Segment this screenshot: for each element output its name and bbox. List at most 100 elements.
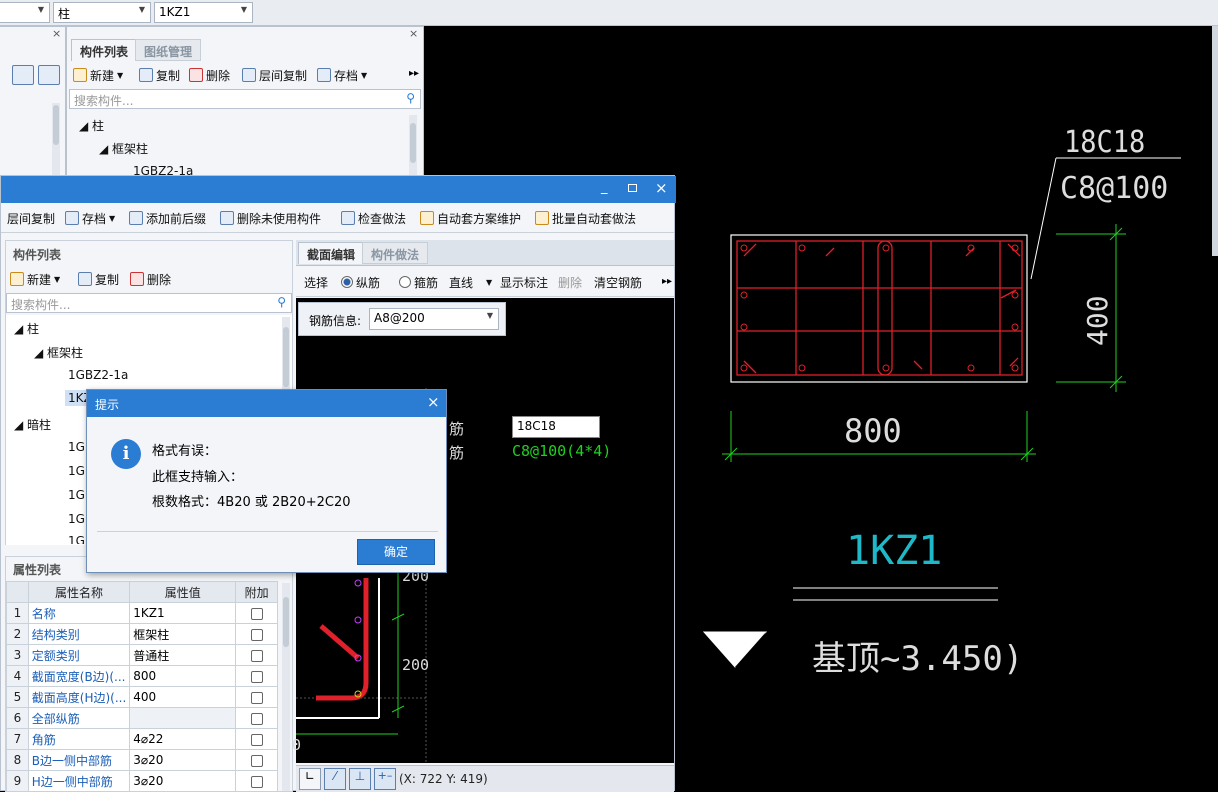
property-value[interactable]: 3⌀20 (129, 770, 237, 792)
delete-rebar-button[interactable]: 删除 (558, 272, 582, 292)
extra-checkbox[interactable] (250, 712, 263, 725)
property-name: 截面宽度(B边)(... (27, 665, 131, 687)
property-value[interactable]: 1KZ1 (129, 602, 237, 624)
extra-checkbox[interactable] (250, 691, 263, 704)
section-rebar-points (354, 579, 362, 662)
list-view-icon[interactable] (12, 65, 34, 85)
clear-rebar-button[interactable]: 清空钢筋 (594, 272, 642, 292)
floor-combo[interactable]: ▼ (0, 2, 50, 23)
rebar-points (740, 244, 1019, 372)
property-value[interactable]: 800 (129, 665, 237, 687)
batch-icon (535, 211, 549, 225)
property-row[interactable]: 1 名称 1KZ1 (6, 602, 278, 624)
radio-stirrup[interactable]: 箍筋 (399, 272, 438, 292)
grid-view-icon[interactable] (38, 65, 60, 85)
tab-component-method[interactable]: 构件做法 (362, 242, 429, 264)
component-combo[interactable]: 1KZ1 ▼ (154, 2, 253, 23)
property-value[interactable]: 400 (129, 686, 237, 708)
rebar-info-combo[interactable]: A8@200 ▼ (369, 308, 499, 330)
more-icon[interactable]: ▸▸ (409, 68, 419, 79)
tree-item-column[interactable]: ◢ 柱 (14, 320, 39, 337)
extra-checkbox[interactable] (250, 628, 263, 641)
line-mode-dropdown[interactable]: 直线 ▼ (449, 272, 492, 292)
property-value[interactable] (129, 707, 237, 729)
close-icon[interactable]: × (409, 27, 418, 40)
property-row[interactable]: 6 全部纵筋 (6, 707, 278, 729)
tree-item-frame-column[interactable]: ◢ 框架柱 (34, 344, 83, 361)
back-delete-button[interactable]: 删除 (189, 65, 230, 85)
field2-value[interactable]: C8@100(4*4) (512, 442, 611, 460)
component-search-input[interactable]: 搜索构件... ⚲ (6, 293, 292, 313)
field1-input[interactable]: 18C18 (512, 416, 600, 438)
scrollbar[interactable] (282, 583, 290, 791)
back-layer-copy-button[interactable]: 层间复制 (242, 65, 307, 85)
ortho-icon[interactable]: ∟ (299, 768, 321, 790)
back-tree-item[interactable]: ◢ 柱 (79, 117, 104, 134)
snap-point-icon[interactable]: +– (374, 768, 396, 790)
cad-scrollbar[interactable] (1212, 26, 1218, 256)
tab-drawing-manage[interactable]: 图纸管理 (135, 39, 202, 61)
dialog-titlebar: 提示 × (87, 390, 446, 417)
delete-unused-icon (220, 211, 234, 225)
tab-component-list[interactable]: 构件列表 (71, 39, 138, 61)
tab-section-edit[interactable]: 截面编辑 (298, 242, 365, 264)
delete-unused-button[interactable]: 删除未使用构件 (220, 208, 321, 228)
chevron-down-icon: ▼ (54, 274, 61, 284)
add-prefix-suffix-button[interactable]: 添加前后缀 (129, 208, 206, 228)
perpendicular-icon[interactable]: ⊥ (349, 768, 371, 790)
property-row[interactable]: 4 截面宽度(B边)(... 800 (6, 665, 278, 687)
minimize-icon[interactable]: _ (601, 180, 608, 195)
extra-checkbox[interactable] (250, 754, 263, 767)
top-combo-bar: ▼ 柱 ▼ 1KZ1 ▼ (0, 0, 1218, 26)
auto-scheme-button[interactable]: 自动套方案维护 (420, 208, 521, 228)
property-row[interactable]: 3 定额类别 普通柱 (6, 644, 278, 666)
chevron-down-icon: ▼ (109, 213, 116, 223)
property-value[interactable]: 4⌀22 (129, 728, 237, 750)
layer-copy-button[interactable]: 层间复制 (7, 208, 55, 228)
radio-longitudinal[interactable]: 纵筋 (341, 272, 380, 292)
property-row[interactable]: 7 角筋 4⌀22 (6, 728, 278, 750)
new-button[interactable]: 新建 ▼ (10, 269, 60, 289)
property-value[interactable]: 3⌀20 (129, 749, 237, 771)
back-tree-item[interactable]: ◢ 框架柱 (99, 140, 148, 157)
tree-item-hidden-column[interactable]: ◢ 暗柱 (14, 416, 51, 433)
select-button[interactable]: 选择 (304, 272, 328, 292)
property-row[interactable]: 5 截面高度(H边)(... 400 (6, 686, 278, 708)
back-search-input[interactable]: 搜索构件... ⚲ (69, 89, 421, 109)
back-archive-button[interactable]: 存档 ▼ (317, 65, 367, 85)
extra-checkbox[interactable] (250, 670, 263, 683)
close-icon[interactable]: × (427, 393, 440, 411)
more-icon[interactable]: ▸▸ (662, 276, 672, 287)
ok-button[interactable]: 确定 (357, 539, 435, 565)
batch-auto-button[interactable]: 批量自动套做法 (535, 208, 636, 228)
extra-checkbox-cell (235, 749, 278, 771)
copy-button[interactable]: 复制 (78, 269, 119, 289)
show-label-button[interactable]: 显示标注 (500, 272, 548, 292)
check-method-button[interactable]: 检查做法 (341, 208, 406, 228)
property-row[interactable]: 9 H边一侧中部筋 3⌀20 (6, 770, 278, 792)
archive-button[interactable]: 存档 ▼ (65, 208, 115, 228)
maximize-icon[interactable] (628, 184, 637, 192)
property-row[interactable]: 2 结构类别 框架柱 (6, 623, 278, 645)
tree-item[interactable]: 1GBZ2-1a (68, 368, 128, 382)
scrollbar[interactable] (52, 103, 60, 177)
cad-label-main: 18C18 (1064, 125, 1145, 160)
type-combo[interactable]: 柱 ▼ (53, 2, 151, 23)
back-new-button[interactable]: 新建 ▼ (73, 65, 123, 85)
property-row[interactable]: 8 B边一侧中部筋 3⌀20 (6, 749, 278, 771)
extra-checkbox[interactable] (250, 649, 263, 662)
close-icon[interactable]: × (52, 27, 61, 40)
snap-line-icon[interactable]: ⁄ (324, 768, 346, 790)
extra-checkbox-cell (235, 770, 278, 792)
extra-checkbox[interactable] (250, 607, 263, 620)
extra-checkbox-cell (235, 686, 278, 708)
property-value[interactable]: 普通柱 (129, 644, 237, 666)
back-copy-button[interactable]: 复制 (139, 65, 180, 85)
property-value[interactable]: 框架柱 (129, 623, 237, 645)
scrollbar[interactable] (409, 115, 417, 175)
close-icon[interactable]: × (655, 179, 668, 197)
extra-checkbox[interactable] (250, 733, 263, 746)
extra-checkbox[interactable] (250, 775, 263, 788)
delete-button[interactable]: 删除 (130, 269, 171, 289)
extra-checkbox-cell (235, 623, 278, 645)
